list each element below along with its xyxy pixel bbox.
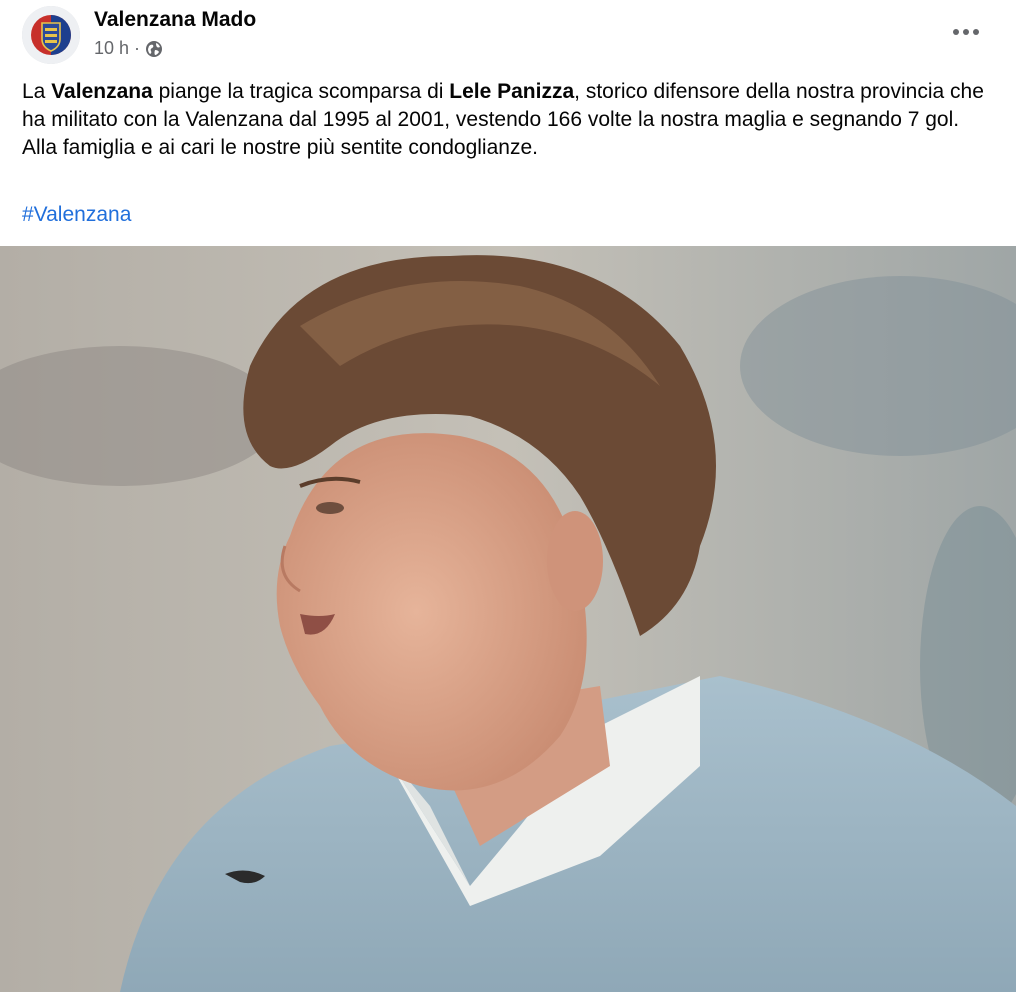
text-segment: La (22, 80, 52, 103)
player-portrait-image (0, 246, 1016, 992)
facebook-post: Valenzana Mado 10 h · La Valenzana piang (0, 0, 1016, 992)
post-photo[interactable] (0, 246, 1016, 992)
post-header: Valenzana Mado 10 h · (0, 0, 1016, 70)
more-horizontal-icon (953, 29, 979, 35)
post-text: La Valenzana piange la tragica scomparsa… (22, 78, 992, 162)
player-name-bold: Lele Panizza (449, 80, 575, 103)
club-name-bold: Valenzana (51, 80, 153, 103)
author-name[interactable]: Valenzana Mado (94, 8, 256, 32)
hashtag-link[interactable]: #Valenzana (22, 201, 131, 229)
valenzana-crest-logo (22, 6, 80, 64)
post-meta: 10 h · (94, 38, 163, 59)
post-paragraph-2: Alla famiglia e ai cari le nostre più se… (22, 136, 538, 159)
more-options-button[interactable] (946, 16, 986, 48)
avatar[interactable] (22, 6, 80, 64)
meta-separator: · (134, 38, 141, 58)
post-paragraph-1: La Valenzana piange la tragica scomparsa… (22, 78, 992, 134)
post-time[interactable]: 10 h (94, 38, 129, 59)
globe-icon[interactable] (145, 40, 163, 58)
text-segment: piange la tragica scomparsa di (152, 80, 450, 103)
